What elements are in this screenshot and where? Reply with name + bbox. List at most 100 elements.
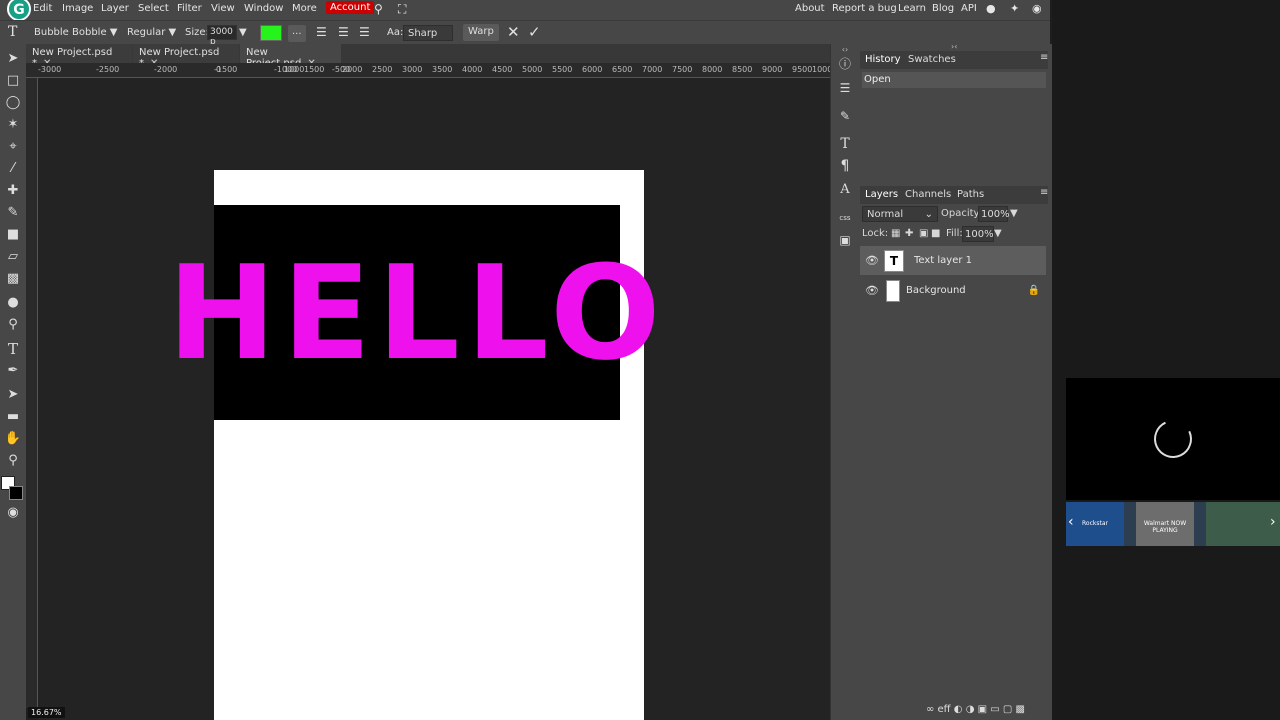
- new-layer-icon[interactable]: ▢: [1003, 704, 1012, 715]
- text-icon[interactable]: T: [837, 136, 853, 152]
- text-color-swatch[interactable]: [260, 25, 282, 41]
- lock-position-icon[interactable]: ✚: [905, 228, 913, 239]
- eraser-tool-icon[interactable]: ▱: [4, 248, 22, 266]
- tab-swatches[interactable]: Swatches: [908, 54, 956, 65]
- search-icon[interactable]: ⚲: [374, 2, 383, 16]
- tab-channels[interactable]: Channels: [905, 189, 951, 200]
- fullscreen-icon[interactable]: ⛶: [398, 2, 406, 17]
- font-style-select[interactable]: Regular ▼: [127, 27, 176, 38]
- tab-paths[interactable]: Paths: [957, 189, 984, 200]
- menu-layer[interactable]: Layer: [101, 3, 129, 14]
- history-item[interactable]: Open: [862, 72, 1046, 88]
- link-blog[interactable]: Blog: [932, 3, 954, 14]
- shape-tool-icon[interactable]: ▬: [4, 408, 22, 426]
- dodge-tool-icon[interactable]: ⚲: [4, 316, 22, 334]
- commit-icon[interactable]: ✓: [528, 23, 541, 41]
- menu-edit[interactable]: Edit: [33, 3, 52, 14]
- eye-icon[interactable]: 👁: [865, 254, 879, 267]
- menu-more[interactable]: More: [292, 3, 317, 14]
- quick-mask-icon[interactable]: ◉: [4, 504, 22, 522]
- lock-all-icon[interactable]: ■: [931, 228, 940, 239]
- facebook-icon[interactable]: ◉: [1032, 2, 1042, 15]
- trash-icon[interactable]: ▩: [1016, 704, 1025, 715]
- hand-tool-icon[interactable]: ✋: [4, 430, 22, 448]
- opacity-input[interactable]: 100%: [978, 206, 1010, 222]
- panel-collapse-icon[interactable]: ›‹: [951, 42, 957, 51]
- mask-icon[interactable]: ◑: [966, 704, 975, 715]
- opacity-dropdown-icon[interactable]: ▼: [1010, 208, 1018, 219]
- panel-menu-icon[interactable]: ≡: [1040, 187, 1048, 198]
- align-center-icon[interactable]: ☰: [338, 25, 349, 39]
- canvas-text[interactable]: HELLO: [167, 205, 660, 420]
- chevron-left-icon[interactable]: ‹: [1068, 514, 1074, 530]
- sliders-icon[interactable]: ☰: [837, 80, 853, 96]
- menu-account[interactable]: Account: [326, 1, 375, 14]
- lock-artboard-icon[interactable]: ▣: [919, 228, 928, 239]
- link-report-bug[interactable]: Report a bug: [832, 3, 897, 14]
- more-options-button[interactable]: ...: [288, 25, 306, 42]
- brush-icon[interactable]: ✎: [837, 108, 853, 124]
- crop-tool-icon[interactable]: ⌖: [4, 138, 22, 156]
- size-dropdown-icon[interactable]: ▼: [239, 27, 247, 38]
- paragraph-icon[interactable]: ¶: [837, 158, 853, 174]
- folder-icon[interactable]: ▭: [990, 704, 999, 715]
- tab-doc-2[interactable]: New Project.psd *✕: [133, 44, 239, 69]
- chevron-right-icon[interactable]: ›: [1270, 514, 1276, 530]
- pen-tool-icon[interactable]: ✒: [4, 362, 22, 380]
- brush-tool-icon[interactable]: ✎: [4, 204, 22, 222]
- thumbnail-3[interactable]: [1206, 502, 1280, 546]
- tab-history[interactable]: History: [865, 54, 901, 65]
- tab-doc-3[interactable]: New Project.psd✕: [240, 44, 341, 69]
- menu-view[interactable]: View: [211, 3, 235, 14]
- eyedropper-icon[interactable]: ⁄: [4, 160, 22, 178]
- link-learn[interactable]: Learn: [898, 3, 926, 14]
- image-icon[interactable]: ▣: [837, 232, 853, 248]
- link-about[interactable]: About: [795, 3, 825, 14]
- magic-wand-icon[interactable]: ✶: [4, 116, 22, 134]
- zoom-tool-icon[interactable]: ⚲: [4, 452, 22, 470]
- eye-icon[interactable]: 👁: [865, 284, 879, 297]
- fill-dropdown-icon[interactable]: ▼: [994, 228, 1002, 239]
- font-family-select[interactable]: Bubble Bobble ▼: [34, 27, 117, 38]
- reddit-icon[interactable]: ●: [986, 2, 996, 15]
- menu-window[interactable]: Window: [244, 3, 283, 14]
- info-icon[interactable]: ⓘ: [837, 56, 853, 72]
- glyph-icon[interactable]: A: [837, 182, 853, 198]
- antialias-select[interactable]: Sharp ⌄: [403, 25, 453, 50]
- move-tool-icon[interactable]: ➤: [4, 50, 22, 68]
- thumbnail-1[interactable]: Rockstar: [1066, 502, 1124, 546]
- align-right-icon[interactable]: ☰: [359, 25, 370, 39]
- link-api[interactable]: API: [961, 3, 977, 14]
- layer-name[interactable]: Text layer 1: [914, 255, 972, 266]
- healing-icon[interactable]: ✚: [4, 182, 22, 200]
- menu-image[interactable]: Image: [62, 3, 93, 14]
- layer-row-text[interactable]: 👁 T Text layer 1: [860, 246, 1046, 275]
- lock-pixels-icon[interactable]: ▦: [891, 228, 900, 239]
- camera-icon[interactable]: ▣: [978, 704, 987, 715]
- stamp-tool-icon[interactable]: ■: [4, 226, 22, 244]
- tab-layers[interactable]: Layers: [865, 189, 898, 200]
- layer-name[interactable]: Background: [906, 285, 966, 296]
- menu-select[interactable]: Select: [138, 3, 169, 14]
- background-color[interactable]: [9, 486, 23, 500]
- blur-tool-icon[interactable]: ●: [4, 294, 22, 312]
- fill-input[interactable]: 100%: [962, 226, 994, 242]
- align-left-icon[interactable]: ☰: [316, 25, 327, 39]
- panel-menu-icon[interactable]: ≡: [1040, 52, 1048, 63]
- warp-button[interactable]: Warp: [463, 24, 499, 41]
- marquee-tool-icon[interactable]: □: [4, 72, 22, 90]
- size-input[interactable]: 3000 p: [207, 25, 237, 47]
- layer-row-background[interactable]: 👁 Background 🔒: [860, 276, 1046, 305]
- path-select-icon[interactable]: ➤: [4, 386, 22, 404]
- link-icon[interactable]: ∞: [926, 704, 934, 715]
- menu-filter[interactable]: Filter: [177, 3, 202, 14]
- adjustment-icon[interactable]: ◐: [954, 704, 963, 715]
- effects-icon[interactable]: eff: [938, 704, 951, 715]
- twitter-icon[interactable]: ✦: [1010, 2, 1019, 15]
- cancel-icon[interactable]: ✕: [507, 23, 520, 41]
- tab-doc-1[interactable]: New Project.psd *✕: [26, 44, 132, 69]
- grammarly-logo[interactable]: G: [7, 0, 31, 21]
- lasso-tool-icon[interactable]: ◯: [4, 94, 22, 112]
- thumbnail-2[interactable]: Walmart NOW PLAYING: [1136, 502, 1194, 546]
- gradient-tool-icon[interactable]: ▩: [4, 270, 22, 288]
